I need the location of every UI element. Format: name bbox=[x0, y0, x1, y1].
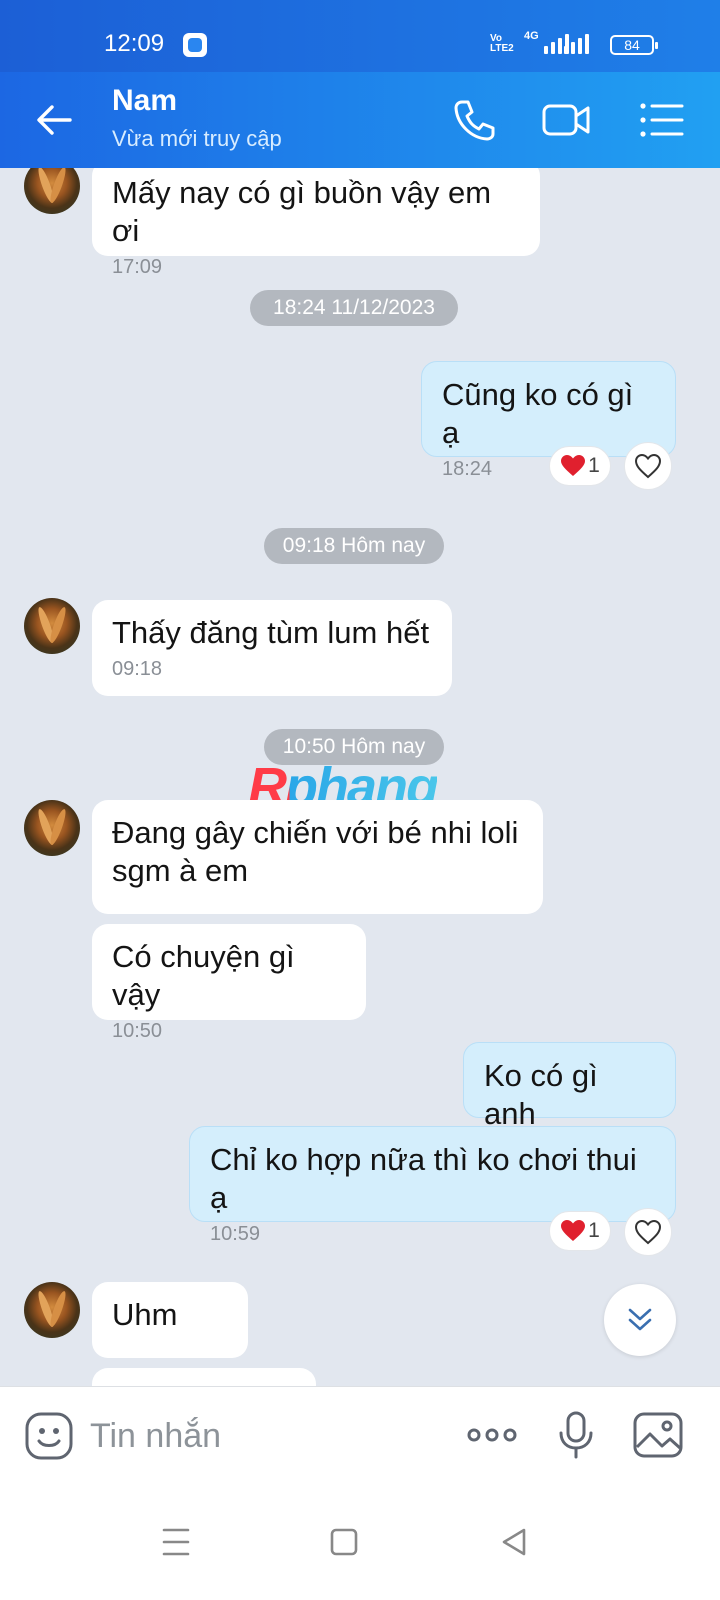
reaction-summary[interactable]: 1 bbox=[549, 1211, 611, 1251]
message-bubble[interactable]: Chỉ ko hợp nữa thì ko chơi thui ạ 10:59 bbox=[189, 1126, 676, 1245]
message-time: 09:18 bbox=[112, 658, 163, 680]
heart-outline-icon bbox=[634, 453, 662, 479]
message-text: Đang gây chiến với bé nhi loli sgm à em bbox=[112, 815, 519, 888]
volte-bottom-label: LTE2 bbox=[490, 43, 514, 54]
status-time: 12:09 bbox=[104, 30, 165, 57]
app-notification-icon bbox=[183, 33, 207, 57]
contact-avatar[interactable] bbox=[24, 800, 80, 856]
heart-icon bbox=[561, 1220, 586, 1241]
network-type: 4G bbox=[524, 30, 539, 42]
double-chevron-down-icon bbox=[628, 1308, 652, 1331]
contact-avatar[interactable] bbox=[24, 168, 80, 214]
video-call-button[interactable] bbox=[540, 94, 592, 146]
message-time: 10:50 bbox=[112, 1020, 163, 1042]
contact-status: Vừa mới truy cập bbox=[112, 126, 282, 151]
message-text: Cũng ko có gì ạ bbox=[442, 377, 634, 450]
more-options-button[interactable] bbox=[466, 1409, 518, 1461]
message-bubble[interactable]: Uhm bbox=[92, 1282, 248, 1358]
microphone-icon bbox=[559, 1411, 593, 1459]
message-text: Mấy nay có gì buồn vậy em ơi bbox=[112, 175, 492, 248]
message-bubble[interactable]: Mấy nay có gì buồn vậy em ơi 17:09 bbox=[92, 168, 540, 278]
status-bar: 12:09 Vo LTE2 4G 84 bbox=[0, 0, 720, 72]
message-bubble[interactable]: Thấy đăng tùm lum hết 09:18 bbox=[92, 600, 452, 696]
emoji-icon bbox=[25, 1412, 73, 1460]
message-time: 17:09 bbox=[112, 256, 163, 278]
image-icon bbox=[633, 1412, 683, 1458]
message-text: Ko có gì anh bbox=[484, 1058, 598, 1131]
scroll-to-bottom-button[interactable] bbox=[604, 1284, 676, 1356]
battery-level: 84 bbox=[624, 37, 640, 53]
back-button[interactable] bbox=[30, 96, 78, 144]
react-button[interactable] bbox=[624, 1208, 672, 1256]
phone-icon bbox=[454, 100, 495, 141]
video-call-icon bbox=[542, 104, 590, 136]
contact-avatar[interactable] bbox=[24, 1282, 80, 1338]
back-arrow-icon bbox=[37, 105, 72, 135]
voice-message-button[interactable] bbox=[550, 1409, 602, 1461]
message-text: Có chuyện gì vậy bbox=[112, 939, 295, 1012]
message-text: Uhm bbox=[112, 1297, 178, 1332]
home-button[interactable] bbox=[324, 1522, 364, 1562]
contact-name[interactable]: Nam bbox=[112, 84, 177, 118]
send-image-button[interactable] bbox=[632, 1409, 684, 1461]
system-back-button[interactable] bbox=[494, 1522, 534, 1562]
date-divider: 09:18 Hôm nay bbox=[264, 528, 444, 564]
square-icon bbox=[330, 1528, 358, 1556]
contact-avatar[interactable] bbox=[24, 598, 80, 654]
chat-header: Nam Vừa mới truy cập bbox=[0, 72, 720, 168]
message-composer bbox=[0, 1386, 720, 1482]
call-button[interactable] bbox=[448, 94, 500, 146]
triangle-back-icon bbox=[502, 1528, 526, 1556]
battery-icon: 84 bbox=[610, 35, 658, 55]
message-text: Thấy đăng tùm lum hết bbox=[112, 615, 430, 650]
more-dots-icon bbox=[467, 1428, 517, 1442]
menu-icon bbox=[162, 1528, 190, 1556]
reaction-summary[interactable]: 1 bbox=[549, 446, 611, 486]
signal-sim2-icon bbox=[564, 34, 589, 54]
message-bubble[interactable]: Ko có gì anh bbox=[463, 1042, 676, 1131]
options-menu-button[interactable] bbox=[636, 94, 688, 146]
message-bubble[interactable]: Đang gây chiến với bé nhi loli sgm à em bbox=[92, 800, 543, 914]
reaction-count: 1 bbox=[588, 1219, 600, 1242]
volte-indicator: Vo LTE2 bbox=[490, 34, 514, 54]
menu-list-icon bbox=[640, 103, 684, 137]
heart-icon bbox=[561, 455, 586, 476]
message-list[interactable]: Mấy nay có gì buồn vậy em ơi 17:09 18:24… bbox=[0, 168, 720, 1416]
date-divider: 18:24 11/12/2023 bbox=[250, 290, 458, 326]
message-bubble[interactable]: Cũng ko có gì ạ 18:24 bbox=[421, 361, 676, 480]
recent-apps-button[interactable] bbox=[156, 1522, 196, 1562]
message-input[interactable] bbox=[90, 1411, 430, 1461]
system-nav-bar bbox=[0, 1482, 720, 1600]
reaction-count: 1 bbox=[588, 454, 600, 477]
emoji-button[interactable] bbox=[24, 1411, 74, 1461]
heart-outline-icon bbox=[634, 1219, 662, 1245]
react-button[interactable] bbox=[624, 442, 672, 490]
message-bubble[interactable]: Có chuyện gì vậy 10:50 bbox=[92, 924, 366, 1042]
message-text: Chỉ ko hợp nữa thì ko chơi thui ạ bbox=[210, 1142, 637, 1215]
